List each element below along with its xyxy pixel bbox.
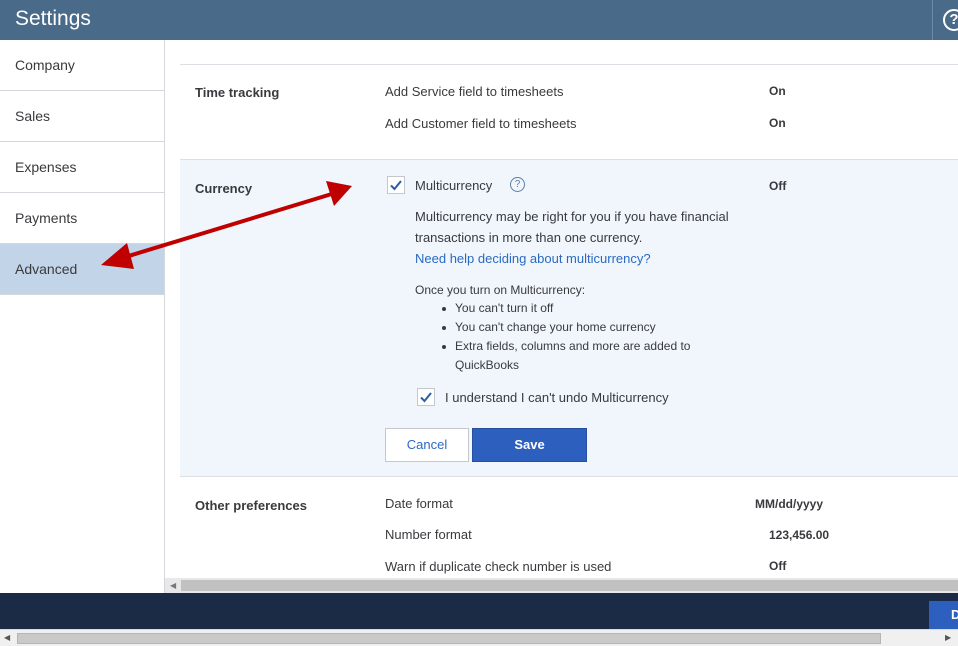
scroll-left-arrow-icon[interactable]: ◀ bbox=[170, 581, 176, 590]
multicurrency-help-link[interactable]: Need help deciding about multicurrency? bbox=[415, 251, 651, 266]
list-item-continuation: QuickBooks bbox=[455, 358, 520, 372]
understand-checkbox[interactable] bbox=[417, 388, 435, 406]
scrollbar-thumb[interactable] bbox=[17, 633, 881, 644]
settings-sidebar: Company Sales Expenses Payments Advanced bbox=[0, 40, 165, 593]
multicurrency-info-line1: Multicurrency may be right for you if yo… bbox=[415, 209, 729, 224]
currency-label: Currency bbox=[195, 181, 253, 196]
done-button[interactable]: Done bbox=[929, 601, 958, 629]
sidebar-item-sales[interactable]: Sales bbox=[0, 91, 164, 142]
window-horizontal-scrollbar[interactable]: ◀ ▶ bbox=[0, 629, 958, 646]
cancel-button[interactable]: Cancel bbox=[385, 428, 469, 462]
time-tracking-label: Time tracking bbox=[195, 85, 280, 100]
other-preferences-label: Other preferences bbox=[195, 498, 307, 513]
service-field-label: Add Service field to timesheets bbox=[385, 84, 564, 99]
scroll-left-arrow-icon[interactable]: ◀ bbox=[4, 633, 10, 642]
sidebar-item-company[interactable]: Company bbox=[0, 40, 164, 91]
sidebar-item-expenses[interactable]: Expenses bbox=[0, 142, 164, 193]
list-item: Extra fields, columns and more are added… bbox=[440, 337, 690, 356]
date-format-label: Date format bbox=[385, 496, 453, 511]
multicurrency-warnings-list: You can't turn it off You can't change y… bbox=[440, 299, 690, 375]
bottom-action-bar: Done bbox=[0, 593, 958, 629]
multicurrency-label: Multicurrency bbox=[415, 178, 493, 193]
service-field-value: On bbox=[769, 84, 786, 98]
help-button[interactable]: ? bbox=[932, 0, 958, 40]
multicurrency-info-line2: transactions in more than one currency. bbox=[415, 230, 643, 245]
date-format-value: MM/dd/yyyy bbox=[755, 497, 824, 511]
section-divider bbox=[180, 64, 958, 65]
save-button[interactable]: Save bbox=[472, 428, 587, 462]
question-circle-icon: ? bbox=[943, 9, 958, 31]
sidebar-item-advanced[interactable]: Advanced bbox=[0, 244, 164, 295]
settings-content: Time tracking Add Service field to times… bbox=[165, 40, 958, 578]
checkmark-icon bbox=[390, 180, 402, 191]
page-title: Settings bbox=[15, 7, 91, 30]
list-item: You can't turn it off bbox=[440, 299, 690, 318]
customer-field-value: On bbox=[769, 116, 786, 130]
customer-field-label: Add Customer field to timesheets bbox=[385, 116, 577, 131]
scrollbar-thumb[interactable] bbox=[181, 580, 958, 591]
duplicate-check-value: Off bbox=[769, 559, 787, 573]
number-format-value: 123,456.00 bbox=[769, 528, 830, 542]
sidebar-item-payments[interactable]: Payments bbox=[0, 193, 164, 244]
scroll-right-arrow-icon[interactable]: ▶ bbox=[945, 633, 951, 642]
understand-label: I understand I can't undo Multicurrency bbox=[445, 390, 669, 405]
duplicate-check-label: Warn if duplicate check number is used bbox=[385, 559, 612, 574]
list-item: You can't change your home currency bbox=[440, 318, 690, 337]
currency-section[interactable]: Currency Multicurrency ? Off Multicurren… bbox=[180, 159, 958, 477]
content-horizontal-scrollbar[interactable]: ◀ bbox=[165, 578, 958, 593]
multicurrency-value: Off bbox=[769, 179, 787, 193]
number-format-label: Number format bbox=[385, 527, 472, 542]
multicurrency-checkbox[interactable] bbox=[387, 176, 405, 194]
checkmark-icon bbox=[420, 392, 432, 403]
settings-header: Settings ? bbox=[0, 0, 958, 40]
question-circle-icon[interactable]: ? bbox=[510, 177, 525, 192]
once-title: Once you turn on Multicurrency: bbox=[415, 283, 586, 297]
